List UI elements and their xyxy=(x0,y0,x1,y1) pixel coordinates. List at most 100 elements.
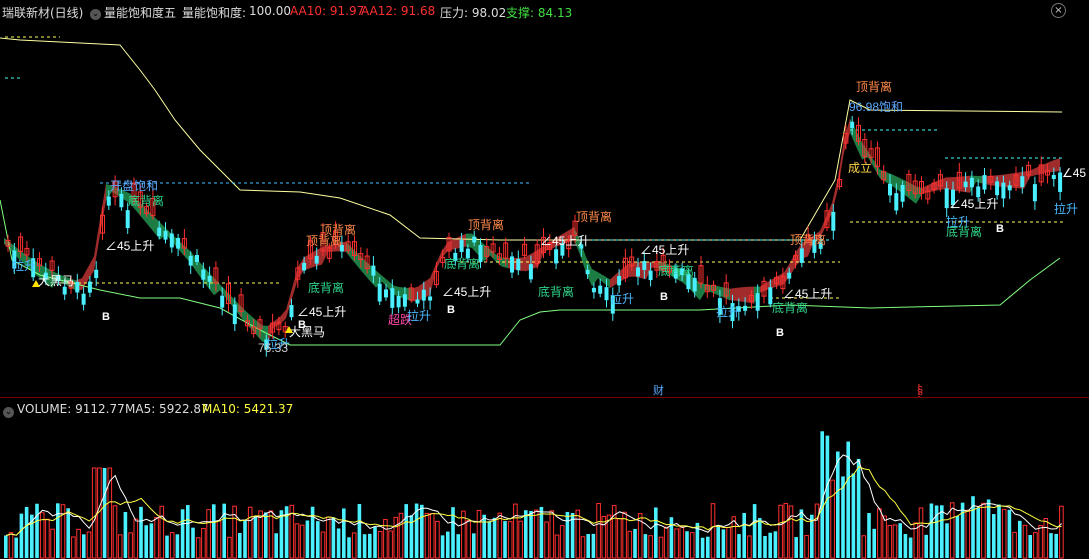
candle-body xyxy=(528,264,533,280)
annotation-label: 底背离 xyxy=(658,263,694,278)
volume-bar xyxy=(357,503,362,558)
volume-bar xyxy=(898,523,902,558)
volume-bar xyxy=(992,514,996,558)
candle-body xyxy=(995,181,1000,196)
trend-ribbon xyxy=(610,274,616,289)
volume-bar xyxy=(877,508,882,559)
annotation-label: 顶背离 xyxy=(468,217,504,232)
volume-bar xyxy=(747,535,752,559)
volume-bar xyxy=(393,516,399,559)
volume-bar xyxy=(768,532,772,558)
volume-bar xyxy=(1059,505,1064,559)
candle-body xyxy=(396,295,401,308)
candle-body xyxy=(799,248,804,263)
volume-bar xyxy=(872,528,876,558)
volume-bar xyxy=(544,521,549,559)
volume-bar xyxy=(830,479,835,559)
candle-body xyxy=(384,289,388,298)
volume-bar xyxy=(706,536,710,558)
candle-body xyxy=(963,181,968,188)
annotation-label: 大黑马 xyxy=(289,325,325,339)
annotation-label: ∠45上升 xyxy=(540,234,589,248)
volume-bar xyxy=(685,531,689,558)
volume-bar xyxy=(611,505,617,559)
volume-bar xyxy=(368,533,372,558)
volume-bar xyxy=(206,509,211,559)
trend-ribbon xyxy=(292,266,298,299)
candle-body xyxy=(1001,182,1006,199)
candle-body xyxy=(982,175,987,190)
volume-bar xyxy=(554,534,560,559)
candle-body xyxy=(648,270,653,281)
volume-ma5-line xyxy=(5,454,1062,536)
trend-ribbon xyxy=(382,275,388,289)
trend-ribbon xyxy=(922,185,928,194)
volume-ma10-line xyxy=(5,466,1062,536)
volume-bar xyxy=(601,515,607,559)
annotation-label: B xyxy=(447,304,455,316)
candle-body xyxy=(87,281,92,293)
volume-bar xyxy=(243,520,247,558)
candle-body xyxy=(585,269,590,275)
trend-ribbon xyxy=(976,175,982,184)
time-marker: 财 xyxy=(653,383,664,397)
annotation-label: ∠45上升 xyxy=(783,287,832,301)
volume-bar xyxy=(658,536,664,559)
candle-body xyxy=(604,287,609,301)
candle-body xyxy=(207,275,212,282)
volume-bar xyxy=(258,510,263,559)
volume-bar xyxy=(851,473,856,558)
volume-bar xyxy=(50,528,55,559)
annotation-label: 拉升 xyxy=(407,308,431,323)
candle-body xyxy=(201,269,206,280)
candle-body xyxy=(617,276,622,286)
volume-bar xyxy=(716,525,720,558)
volume-bar xyxy=(737,534,741,558)
volume-bar xyxy=(377,530,383,559)
trend-ribbon xyxy=(466,233,472,248)
trend-ribbon xyxy=(718,286,724,298)
volume-bar xyxy=(186,505,190,558)
volume-bar xyxy=(86,531,92,559)
volume-bar xyxy=(596,503,601,559)
volume-bar xyxy=(1022,524,1028,559)
candle-body xyxy=(472,236,477,243)
volume-bar xyxy=(617,518,622,559)
volume-bar xyxy=(66,508,70,558)
candle-body xyxy=(195,254,199,262)
volume-bar xyxy=(1038,525,1043,559)
volume-bar xyxy=(533,509,539,559)
volume-bar xyxy=(123,512,128,558)
volume-bar xyxy=(773,531,778,558)
volume-bar xyxy=(310,506,315,558)
volume-bar xyxy=(195,537,201,559)
volume-bar xyxy=(149,523,154,558)
volume-bar xyxy=(1054,533,1058,558)
volume-bar xyxy=(518,520,523,559)
volume-bar xyxy=(274,533,278,558)
volume-bar xyxy=(758,518,762,558)
volume-bar xyxy=(82,534,86,558)
annotation-label: ∠45 xyxy=(1062,166,1086,180)
candle-body xyxy=(850,121,855,129)
volume-bar xyxy=(726,527,731,559)
annotation-label: 96.98饱和 xyxy=(849,99,903,114)
volume-bar xyxy=(700,537,705,558)
candle-body xyxy=(220,295,225,308)
volume-bar xyxy=(549,510,555,559)
annotation-label: 底背离 xyxy=(946,224,982,239)
volume-bar xyxy=(721,529,726,558)
volume-bar xyxy=(648,535,653,559)
volume-bar xyxy=(783,502,789,559)
candle-body xyxy=(163,230,168,240)
volume-bar xyxy=(918,507,924,559)
volume-bar xyxy=(175,534,180,558)
volume-bar xyxy=(960,502,965,558)
volume-bar xyxy=(669,517,674,558)
annotation-label: 76.33 xyxy=(258,341,288,355)
candle-body xyxy=(75,281,80,293)
volume-bar xyxy=(8,532,14,559)
candle-body xyxy=(894,193,899,211)
candle-body xyxy=(888,183,892,196)
annotation-label: ∠45上升 xyxy=(297,305,346,319)
